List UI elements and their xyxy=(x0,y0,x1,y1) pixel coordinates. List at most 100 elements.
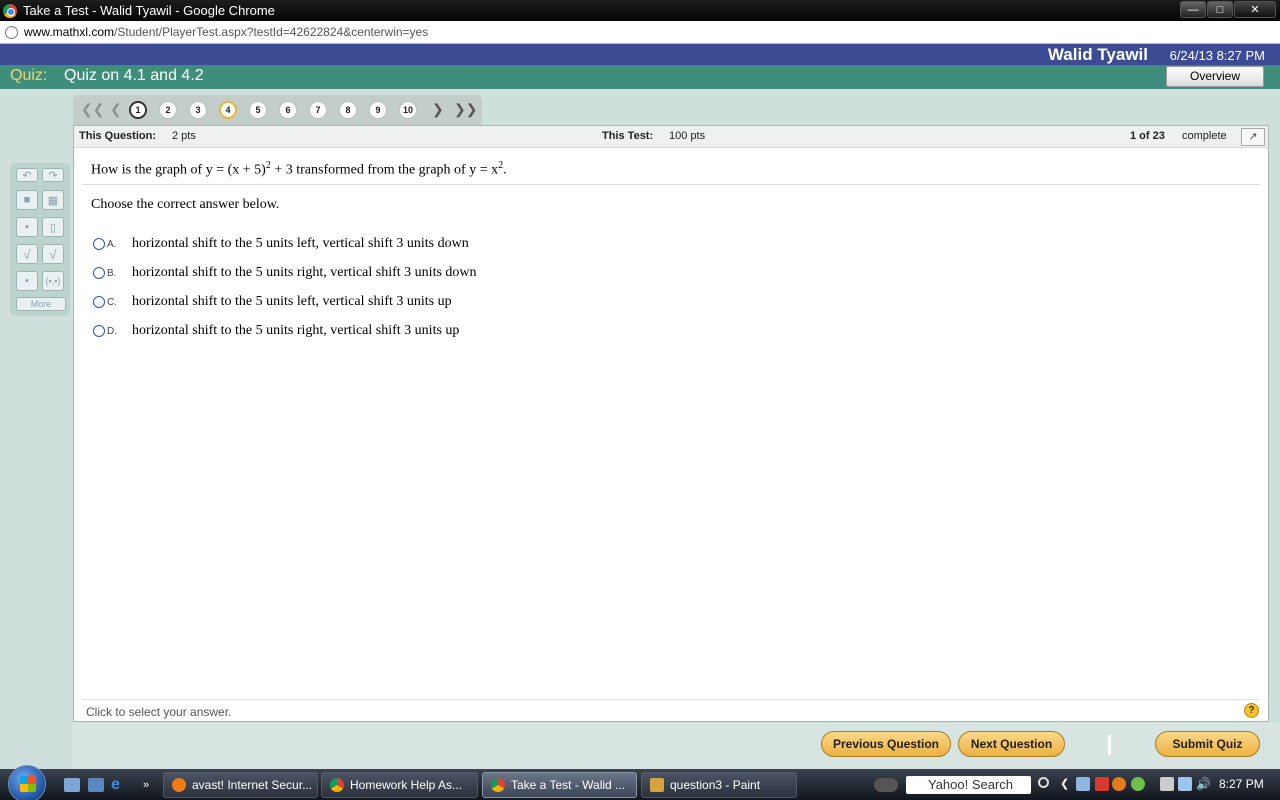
radio-button[interactable] xyxy=(93,325,105,337)
minimize-icon[interactable]: — xyxy=(1180,1,1206,18)
next-question-button[interactable]: Next Question xyxy=(958,731,1065,757)
task-label: question3 - Paint xyxy=(670,778,761,792)
maximize-icon[interactable]: □ xyxy=(1207,1,1233,18)
answer-choice-a[interactable]: A. horizontal shift to the 5 units left,… xyxy=(93,236,469,252)
separator xyxy=(1108,735,1111,755)
question-number-3[interactable]: 3 xyxy=(189,101,207,119)
choice-letter: C. xyxy=(107,296,117,308)
square-root-icon[interactable]: √ xyxy=(16,244,38,264)
subscript-icon[interactable]: ▪ xyxy=(16,271,38,291)
network-icon[interactable] xyxy=(1178,777,1192,791)
question-number-2[interactable]: 2 xyxy=(159,101,177,119)
hp-logo-icon xyxy=(874,778,898,792)
overview-button[interactable]: Overview xyxy=(1166,66,1264,87)
window-title: Take a Test - Walid Tyawil - Google Chro… xyxy=(23,3,275,18)
this-test-label: This Test: xyxy=(602,130,654,142)
popout-icon[interactable]: ↗ xyxy=(1241,128,1265,146)
close-icon[interactable]: ✕ xyxy=(1234,1,1276,18)
radio-button[interactable] xyxy=(93,238,105,250)
previous-question-button[interactable]: Previous Question xyxy=(821,731,951,757)
ordered-pair-icon[interactable]: (▪,▪) xyxy=(42,271,64,291)
show-hidden-icons-icon[interactable]: ❮ xyxy=(1060,777,1074,791)
question-number-10[interactable]: 10 xyxy=(399,101,417,119)
address-bar[interactable]: www.mathxl.com /Student/PlayerTest.aspx?… xyxy=(0,21,1280,44)
taskbar-clock[interactable]: 8:27 PM xyxy=(1219,777,1264,791)
question-number-5[interactable]: 5 xyxy=(249,101,267,119)
question-text-part: . xyxy=(503,162,507,178)
status-message: Click to select your answer. xyxy=(86,705,232,719)
avast-tray-icon[interactable] xyxy=(1112,777,1126,791)
fraction-icon[interactable]: ■ xyxy=(16,190,38,210)
question-number-7[interactable]: 7 xyxy=(309,101,327,119)
answer-choice-b[interactable]: B. horizontal shift to the 5 units right… xyxy=(93,265,477,281)
first-question-icon[interactable]: ❮❮ xyxy=(81,101,104,118)
header-datetime: 6/24/13 8:27 PM xyxy=(1169,48,1265,63)
exponent-icon[interactable]: ▪ xyxy=(16,217,38,237)
choice-text[interactable]: horizontal shift to the 5 units left, ve… xyxy=(132,236,469,252)
question-number-8[interactable]: 8 xyxy=(339,101,357,119)
this-question-label: This Question: xyxy=(79,130,156,142)
quiz-label: Quiz: xyxy=(10,67,48,84)
task-label: Take a Test - Walid ... xyxy=(511,778,626,792)
user-header: Walid Tyawil 6/24/13 8:27 PM xyxy=(0,44,1280,65)
mixed-number-icon[interactable]: ▦ xyxy=(42,190,64,210)
network-drive-icon[interactable] xyxy=(1076,777,1090,791)
choice-letter: B. xyxy=(107,267,117,279)
chrome-icon xyxy=(491,778,505,792)
answer-choice-d[interactable]: D. horizontal shift to the 5 units right… xyxy=(93,323,459,339)
more-button[interactable]: More xyxy=(16,297,66,311)
browser-title-bar: Take a Test - Walid Tyawil - Google Chro… xyxy=(0,0,1280,21)
choice-text[interactable]: horizontal shift to the 5 units right, v… xyxy=(132,323,459,339)
start-button[interactable] xyxy=(8,765,46,800)
taskbar-item-homework[interactable]: Homework Help As... xyxy=(321,772,478,798)
question-text-part: + 3 transformed from the graph of y = x xyxy=(270,162,499,178)
choice-text[interactable]: horizontal shift to the 5 units right, v… xyxy=(132,265,477,281)
prev-question-icon[interactable]: ❮ xyxy=(110,101,122,118)
search-icon[interactable] xyxy=(1038,777,1049,788)
absolute-value-icon[interactable]: ▯ xyxy=(42,217,64,237)
chrome-icon xyxy=(330,778,344,792)
page-info-icon[interactable] xyxy=(5,25,18,39)
next-question-icon[interactable]: ❯ xyxy=(432,101,444,118)
taskbar-item-avast[interactable]: avast! Internet Secur... xyxy=(163,772,318,798)
divider xyxy=(82,184,1260,185)
url-path: /Student/PlayerTest.aspx?testId=42622824… xyxy=(114,25,429,39)
radio-button[interactable] xyxy=(93,296,105,308)
avast-icon xyxy=(172,778,186,792)
choice-text[interactable]: horizontal shift to the 5 units left, ve… xyxy=(132,294,452,310)
math-palette: ↶ ↷ ■ ▦ ▪ ▯ √ √ ▪ (▪,▪) More xyxy=(10,163,70,316)
overflow-chevron-icon[interactable]: » xyxy=(143,778,159,792)
radio-button[interactable] xyxy=(93,267,105,279)
nth-root-icon[interactable]: √ xyxy=(42,244,64,264)
question-number-4[interactable]: 4 xyxy=(219,101,237,119)
url-domain: www.mathxl.com xyxy=(24,25,115,39)
update-icon[interactable] xyxy=(1131,777,1145,791)
question-navigation: ❮❮ ❮ 1 2 3 4 5 6 7 8 9 10 ❯ ❯❯ xyxy=(73,95,482,125)
windows-taskbar: e » avast! Internet Secur... Homework He… xyxy=(0,765,1280,800)
question-number-6[interactable]: 6 xyxy=(279,101,297,119)
window-switcher-icon[interactable] xyxy=(88,778,104,792)
answer-choice-c[interactable]: C. horizontal shift to the 5 units left,… xyxy=(93,294,452,310)
question-number-1[interactable]: 1 xyxy=(129,101,147,119)
show-desktop-icon[interactable] xyxy=(64,778,80,792)
user-name: Walid Tyawil xyxy=(1047,45,1148,64)
last-question-icon[interactable]: ❯❯ xyxy=(454,101,477,118)
question-info-bar: This Question: 2 pts This Test: 100 pts … xyxy=(74,126,1268,148)
taskbar-item-take-a-test[interactable]: Take a Test - Walid ... xyxy=(482,772,637,798)
volume-icon[interactable]: 🔊 xyxy=(1196,777,1211,791)
device-icon[interactable] xyxy=(1160,777,1174,791)
question-number-9[interactable]: 9 xyxy=(369,101,387,119)
redo-icon[interactable]: ↷ xyxy=(42,168,64,182)
help-icon[interactable]: ? xyxy=(1244,703,1259,718)
question-panel: This Question: 2 pts This Test: 100 pts … xyxy=(73,125,1269,722)
question-text-part: How is the graph of y = (x + 5) xyxy=(91,162,266,178)
submit-quiz-button[interactable]: Submit Quiz xyxy=(1155,731,1260,757)
internet-explorer-icon[interactable]: e xyxy=(111,777,127,793)
complete-label: complete xyxy=(1182,130,1227,142)
taskbar-item-paint[interactable]: question3 - Paint xyxy=(641,772,797,798)
choice-letter: A. xyxy=(107,238,117,250)
instruction-text: Choose the correct answer below. xyxy=(91,197,280,212)
yahoo-search-input[interactable]: Yahoo! Search xyxy=(906,776,1031,794)
undo-icon[interactable]: ↶ xyxy=(16,168,38,182)
security-icon[interactable] xyxy=(1095,777,1109,791)
